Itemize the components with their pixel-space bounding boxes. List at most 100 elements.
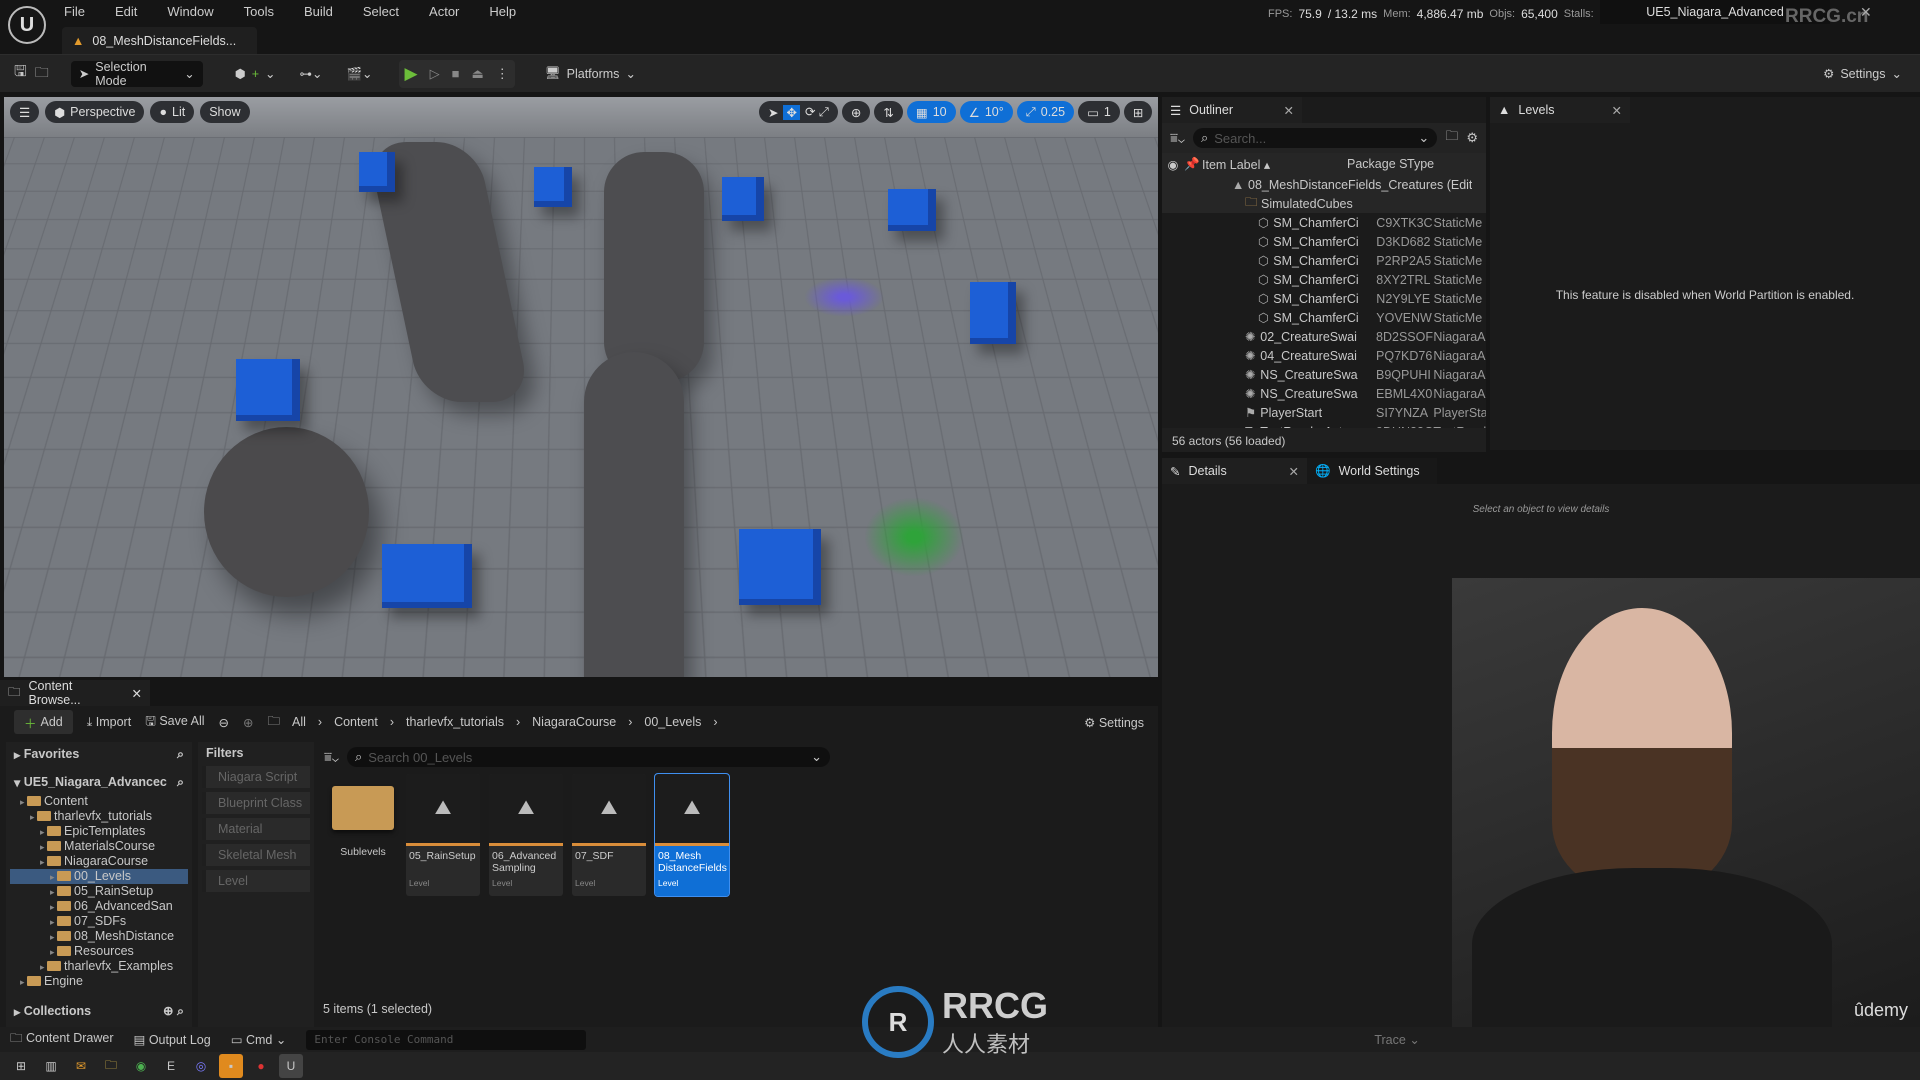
level-document-tab[interactable]: ▲ 08_MeshDistanceFields... xyxy=(62,27,257,54)
output-log-button[interactable]: ▤ Output Log xyxy=(134,1032,211,1047)
rotation-snap-button[interactable]: ∠ 10° xyxy=(959,101,1013,123)
add-actor-button[interactable]: ⬢ + ⌄ xyxy=(227,61,284,87)
layout-button[interactable]: ⊞ xyxy=(1123,101,1153,123)
tree-folder[interactable]: ▸ 07_SDFs xyxy=(10,914,188,929)
transform-tools[interactable]: ➤ ✥ ⟳ ⤢ xyxy=(759,101,838,123)
epic-launcher-icon[interactable]: E xyxy=(159,1054,183,1078)
expander-icon[interactable]: ▸ xyxy=(20,977,27,987)
expander-icon[interactable]: ▸ xyxy=(20,797,27,807)
project-section[interactable]: ▾ UE5_Niagara_Advancec ⌕ xyxy=(6,770,192,794)
breadcrumb-item[interactable]: NiagaraCourse xyxy=(532,715,616,729)
outliner-row[interactable]: ✺ NS_CreatureSwa EBML4X0 NiagaraA xyxy=(1162,384,1486,403)
menu-window[interactable]: Window xyxy=(167,4,213,19)
blueprint-button[interactable]: ⊶⌄ xyxy=(292,61,331,87)
console-input[interactable]: Enter Console Command xyxy=(306,1029,587,1050)
expander-icon[interactable]: ▸ xyxy=(40,857,47,867)
expander-icon[interactable]: ▸ xyxy=(50,947,57,957)
close-icon[interactable]: ✕ xyxy=(1860,4,1872,21)
close-icon[interactable]: ✕ xyxy=(132,686,142,701)
breadcrumb-item[interactable]: Content xyxy=(334,715,378,729)
back-icon[interactable]: ⊖ xyxy=(219,715,229,730)
outliner-row[interactable]: ⬡ SM_ChamferCi 8XY2TRL StaticMe xyxy=(1162,270,1486,289)
visibility-icon[interactable]: ◉ xyxy=(1162,157,1184,172)
play-icon[interactable]: ▶ xyxy=(405,64,418,84)
tree-folder[interactable]: ▸ 00_Levels xyxy=(10,869,188,884)
recorder-icon[interactable]: ● xyxy=(249,1054,273,1078)
cmd-dropdown[interactable]: ▭ Cmd ⌄ xyxy=(231,1032,287,1047)
close-icon[interactable]: ✕ xyxy=(1284,103,1294,118)
outliner-row[interactable]: ⬡ SM_ChamferCi P2RP2A5 StaticMe xyxy=(1162,251,1486,270)
expander-icon[interactable]: ▸ xyxy=(50,887,57,897)
menu-build[interactable]: Build xyxy=(304,4,333,19)
expander-icon[interactable]: ▸ xyxy=(40,962,47,972)
filter-icon[interactable]: ⩸⌄ xyxy=(1170,130,1185,146)
content-browser-tab[interactable]: 🗀 Content Browse... ✕ xyxy=(0,679,150,707)
world-local-button[interactable]: ⊕ xyxy=(841,101,871,123)
outliner-row[interactable]: ⬡ SM_ChamferCi C9XTK3C StaticMe xyxy=(1162,213,1486,232)
filter-chip[interactable]: Material xyxy=(202,818,310,840)
outliner-row[interactable]: 🗀 SimulatedCubes xyxy=(1162,194,1486,213)
outliner-search-input[interactable]: ⌕ Search... ⌄ xyxy=(1192,128,1438,148)
filter-icon[interactable]: ⩸⌄ xyxy=(324,749,339,765)
level-viewport[interactable]: ☰ ⬢ Perspective ● Lit Show ➤ ✥ ⟳ ⤢ ⊕ ⇅ ▦ 1… xyxy=(4,97,1158,677)
asset-search-input[interactable]: ⌕ Search 00_Levels ⌄ xyxy=(346,747,830,767)
column-item-label[interactable]: Item Label ▴ xyxy=(1202,157,1347,172)
cinematics-button[interactable]: 🎬⌄ xyxy=(338,61,380,87)
forward-icon[interactable]: ⊕ xyxy=(243,715,253,730)
filter-chip[interactable]: Skeletal Mesh xyxy=(202,844,310,866)
asset-tile[interactable]: ⛰ 08_Mesh DistanceFields Level xyxy=(654,773,730,897)
outliner-row[interactable]: ⬡ SM_ChamferCi D3KD682 StaticMe xyxy=(1162,232,1486,251)
grid-snap-button[interactable]: ▦ 10 xyxy=(906,101,956,123)
cb-settings-button[interactable]: ⚙ Settings xyxy=(1084,715,1144,730)
browse-icon[interactable]: 🗀 xyxy=(35,62,49,86)
surface-snap-button[interactable]: ⇅ xyxy=(874,101,903,123)
search-icon[interactable]: ⌕ xyxy=(177,747,184,762)
tree-folder[interactable]: ▸ NiagaraCourse xyxy=(10,854,188,869)
menu-help[interactable]: Help xyxy=(489,4,516,19)
discord-icon[interactable]: ◎ xyxy=(189,1054,213,1078)
outliner-row[interactable]: ✺ 02_CreatureSwai 8D2SSOF NiagaraA xyxy=(1162,327,1486,346)
asset-tile[interactable]: ⛰ 07_SDF Level xyxy=(572,774,646,896)
step-icon[interactable]: ▷ xyxy=(430,66,440,82)
outliner-row[interactable]: ⬡ SM_ChamferCi N2Y9LYE StaticMe xyxy=(1162,289,1486,308)
tree-folder[interactable]: ▸ tharlevfx_tutorials xyxy=(10,809,188,824)
favorites-section[interactable]: ▸ Favorites ⌕ xyxy=(6,742,192,766)
column-type[interactable]: Type xyxy=(1407,157,1434,171)
expander-icon[interactable]: ▸ xyxy=(40,827,47,837)
menu-actor[interactable]: Actor xyxy=(429,4,459,19)
expander-icon[interactable]: ▸ xyxy=(50,932,57,942)
filter-chip[interactable]: Blueprint Class xyxy=(202,792,310,814)
mail-app-icon[interactable]: ✉ xyxy=(69,1054,93,1078)
outliner-row[interactable]: ✺ NS_CreatureSwa B9QPUHI NiagaraA xyxy=(1162,365,1486,384)
outliner-row[interactable]: ▲ 08_MeshDistanceFields_Creatures (Edit xyxy=(1162,175,1486,194)
details-tab[interactable]: ✎ Details ✕ xyxy=(1162,458,1307,484)
task-view-icon[interactable]: ▥ xyxy=(39,1054,63,1078)
outliner-tab[interactable]: ☰ Outliner ✕ xyxy=(1162,97,1302,123)
tree-folder[interactable]: ▸ tharlevfx_Examples xyxy=(10,959,188,974)
world-settings-tab[interactable]: 🌐 World Settings xyxy=(1307,458,1437,484)
menu-select[interactable]: Select xyxy=(363,4,399,19)
more-icon[interactable]: ⋮ xyxy=(496,66,509,82)
tree-folder[interactable]: ▸ Resources xyxy=(10,944,188,959)
outliner-row[interactable]: ✺ 04_CreatureSwai PQ7KD76 NiagaraA xyxy=(1162,346,1486,365)
folder-sublevels[interactable]: Sublevels xyxy=(326,774,400,896)
close-icon[interactable]: ✕ xyxy=(1612,103,1622,118)
sticky-notes-icon[interactable]: ▪ xyxy=(219,1054,243,1078)
tree-folder[interactable]: ▸ Content xyxy=(10,794,188,809)
settings-dropdown[interactable]: ⚙ Settings ⌄ xyxy=(1815,61,1910,87)
breadcrumb-item[interactable]: All xyxy=(292,715,306,729)
pin-icon[interactable]: 📌 xyxy=(1184,157,1202,172)
menu-edit[interactable]: Edit xyxy=(115,4,137,19)
perspective-button[interactable]: ⬢ Perspective xyxy=(45,101,145,123)
menu-tools[interactable]: Tools xyxy=(244,4,274,19)
tree-folder[interactable]: ▸ Engine xyxy=(10,974,188,989)
expander-icon[interactable]: ▸ xyxy=(50,902,57,912)
add-collection-icon[interactable]: ⊕ ⌕ xyxy=(163,1003,184,1019)
expander-icon[interactable]: ▸ xyxy=(30,812,37,822)
filter-chip[interactable]: Niagara Script xyxy=(202,766,310,788)
save-icon[interactable]: 🖫 xyxy=(14,61,27,86)
viewport-menu-button[interactable]: ☰ xyxy=(10,101,40,123)
tree-folder[interactable]: ▸ 05_RainSetup xyxy=(10,884,188,899)
outliner-row[interactable]: ⚑ PlayerStart SI7YNZA PlayerSta xyxy=(1162,403,1486,422)
outliner-row[interactable]: ⬡ SM_ChamferCi YOVENW StaticMe xyxy=(1162,308,1486,327)
